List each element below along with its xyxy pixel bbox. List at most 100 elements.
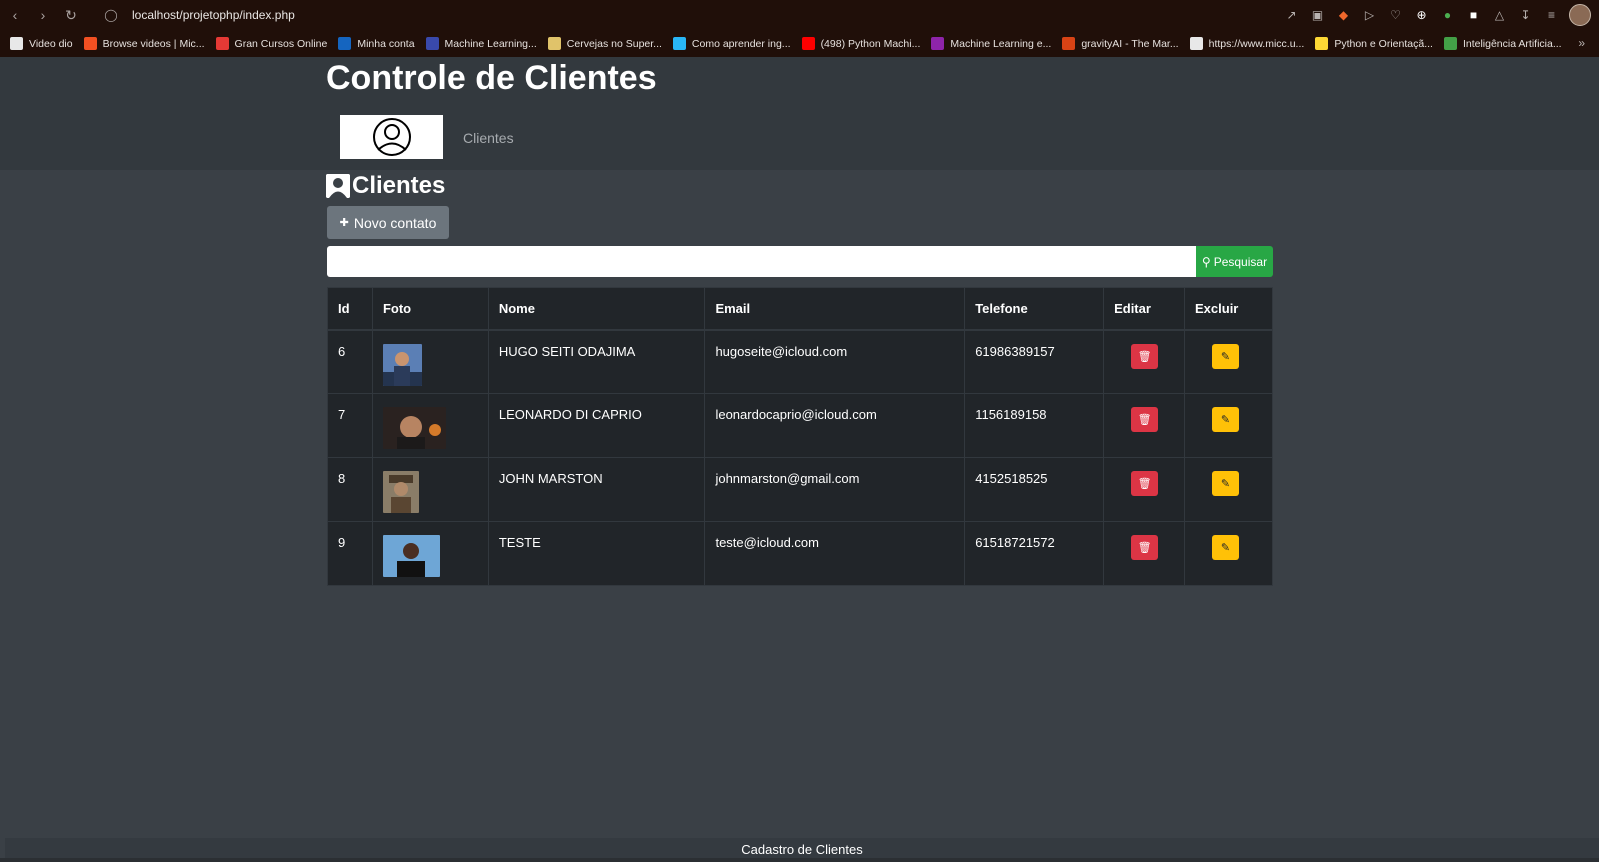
bookmark-item[interactable]: (498) Python Machi...	[801, 37, 920, 50]
edit-button[interactable]: ✎	[1212, 343, 1240, 369]
profile-avatar[interactable]	[1569, 4, 1591, 26]
client-photo[interactable]	[382, 535, 440, 577]
new-contact-label: Novo contato	[353, 214, 437, 231]
edit-button[interactable]: ✎	[1212, 471, 1240, 496]
client-photo[interactable]	[382, 343, 422, 386]
cell-email: johnmarston@gmail.com	[704, 457, 966, 522]
taskbar	[0, 858, 1599, 862]
bookmark-item[interactable]: Minha conta	[338, 37, 415, 50]
menu-icon[interactable]: ≡	[1543, 7, 1560, 24]
bookmark-item[interactable]: Machine Learning...	[425, 37, 537, 50]
browser-toolbar: ‹ › ↻ ◯ localhost/projetophp/index.php ↗…	[0, 0, 1599, 30]
search-button-label: Pesquisar	[1213, 254, 1268, 269]
column-header-id[interactable]: Id	[327, 287, 373, 331]
user-logo[interactable]	[340, 115, 443, 159]
cell-foto	[371, 457, 489, 522]
table-row: 7 LEONARDO DI CAPRIO leonardocaprio@iclo…	[327, 393, 1273, 458]
url-text[interactable]: localhost/projetophp/index.php	[132, 8, 295, 22]
bookmark-item[interactable]: Cervejas no Super...	[547, 37, 662, 50]
column-header-telefone[interactable]: Telefone	[964, 287, 1105, 331]
bookmark-icon	[1443, 37, 1457, 50]
forward-icon[interactable]: ›	[32, 4, 54, 26]
trash-icon: 🗑	[1137, 478, 1152, 490]
edit-button[interactable]: ✎	[1212, 535, 1240, 560]
edit-icon: ✎	[1220, 478, 1231, 490]
trash-button[interactable]: 🗑	[1131, 343, 1159, 369]
clients-table: Id Foto Nome Email Telefone Editar Exclu…	[327, 287, 1273, 586]
bookmark-icon	[1062, 37, 1076, 50]
search-input[interactable]	[327, 246, 1196, 277]
trash-button[interactable]: 🗑	[1131, 407, 1159, 432]
bookmarks-bar: Video dio Browse videos | Mic... Gran Cu…	[0, 30, 1599, 57]
bookmark-item[interactable]: Python e Orientaçã...	[1315, 37, 1433, 50]
column-header-nome[interactable]: Nome	[487, 287, 706, 331]
cell-id: 8	[327, 457, 373, 522]
reload-icon[interactable]: ↻	[60, 4, 82, 26]
bookmark-item[interactable]: Inteligência Artificia...	[1443, 37, 1562, 50]
bookmark-icon	[1189, 37, 1203, 50]
screenshot-icon[interactable]: ▣	[1309, 7, 1326, 24]
edit-button[interactable]: ✎	[1212, 407, 1240, 432]
client-photo[interactable]	[382, 471, 419, 513]
cell-nome: TESTE	[487, 521, 706, 586]
bookmark-item[interactable]: Como aprender ing...	[672, 37, 791, 50]
bookmark-item[interactable]: Gran Cursos Online	[215, 37, 327, 50]
bookmark-icon	[338, 37, 352, 50]
back-icon[interactable]: ‹	[4, 4, 26, 26]
trash-button[interactable]: 🗑	[1131, 535, 1159, 560]
cube-icon[interactable]: △	[1491, 7, 1508, 24]
search-icon: ⚲	[1201, 254, 1211, 269]
cell-nome: HUGO SEITI ODAJIMA	[487, 329, 706, 394]
send-icon[interactable]: ▷	[1361, 7, 1378, 24]
cell-nome: JOHN MARSTON	[487, 457, 706, 522]
shield-icon[interactable]: ◆	[1335, 7, 1352, 24]
add-extension-icon[interactable]: ⊕	[1413, 7, 1430, 24]
search-button[interactable]: ⚲ Pesquisar	[1196, 246, 1273, 277]
bookmark-item[interactable]: gravityAI - The Mar...	[1062, 37, 1179, 50]
new-contact-button[interactable]: ✚ Novo contato	[327, 206, 449, 239]
bookmark-item[interactable]: https://www.micc.u...	[1189, 37, 1304, 50]
bookmark-item[interactable]: Machine Learning e...	[931, 37, 1051, 50]
column-header-excluir[interactable]: Excluir	[1184, 287, 1273, 331]
bookmark-icon	[215, 37, 229, 50]
share-icon[interactable]: ↗	[1283, 7, 1300, 24]
table-row: 9 TESTE teste@icloud.com 61518721572 🗑 ✎	[327, 521, 1273, 586]
bookmark-item[interactable]: Video dio	[10, 37, 73, 50]
bookmarks-overflow-icon[interactable]: »	[1578, 36, 1585, 50]
address-bar[interactable]: ◯ localhost/projetophp/index.php	[100, 4, 295, 26]
bookmark-icon	[425, 37, 439, 50]
cell-excluir: ✎	[1184, 457, 1273, 522]
cell-telefone: 4152518525	[964, 457, 1105, 522]
cell-editar: 🗑	[1103, 521, 1186, 586]
cell-nome: LEONARDO DI CAPRIO	[487, 393, 706, 458]
trash-icon: 🗑	[1137, 350, 1152, 363]
bookmark-item[interactable]: Browse videos | Mic...	[83, 37, 205, 50]
cell-telefone: 1156189158	[964, 393, 1105, 458]
cell-id: 7	[327, 393, 373, 458]
cell-email: hugoseite@icloud.com	[704, 329, 966, 394]
edit-icon: ✎	[1220, 350, 1231, 363]
nav-link-clientes[interactable]: Clientes	[463, 130, 514, 146]
edit-icon: ✎	[1220, 414, 1231, 426]
cell-telefone: 61986389157	[964, 329, 1105, 394]
client-photo[interactable]	[382, 407, 446, 449]
extension-icon[interactable]: ●	[1439, 7, 1456, 24]
person-icon	[326, 174, 350, 198]
column-header-editar[interactable]: Editar	[1103, 287, 1186, 331]
robot-icon[interactable]: ■	[1465, 7, 1482, 24]
cell-email: leonardocaprio@icloud.com	[704, 393, 966, 458]
column-header-email[interactable]: Email	[704, 287, 966, 331]
cell-excluir: ✎	[1184, 393, 1273, 458]
column-header-foto[interactable]: Foto	[371, 287, 489, 331]
cell-foto	[371, 521, 489, 586]
trash-button[interactable]: 🗑	[1131, 471, 1159, 496]
trash-icon: 🗑	[1137, 414, 1152, 426]
download-icon[interactable]: ↧	[1517, 7, 1534, 24]
heart-icon[interactable]: ♡	[1387, 7, 1404, 24]
edit-icon: ✎	[1220, 542, 1231, 554]
cell-editar: 🗑	[1103, 329, 1186, 394]
bookmark-icon	[931, 37, 945, 50]
trash-icon: 🗑	[1137, 542, 1152, 554]
bookmark-icon	[547, 37, 561, 50]
cell-foto	[371, 329, 489, 394]
